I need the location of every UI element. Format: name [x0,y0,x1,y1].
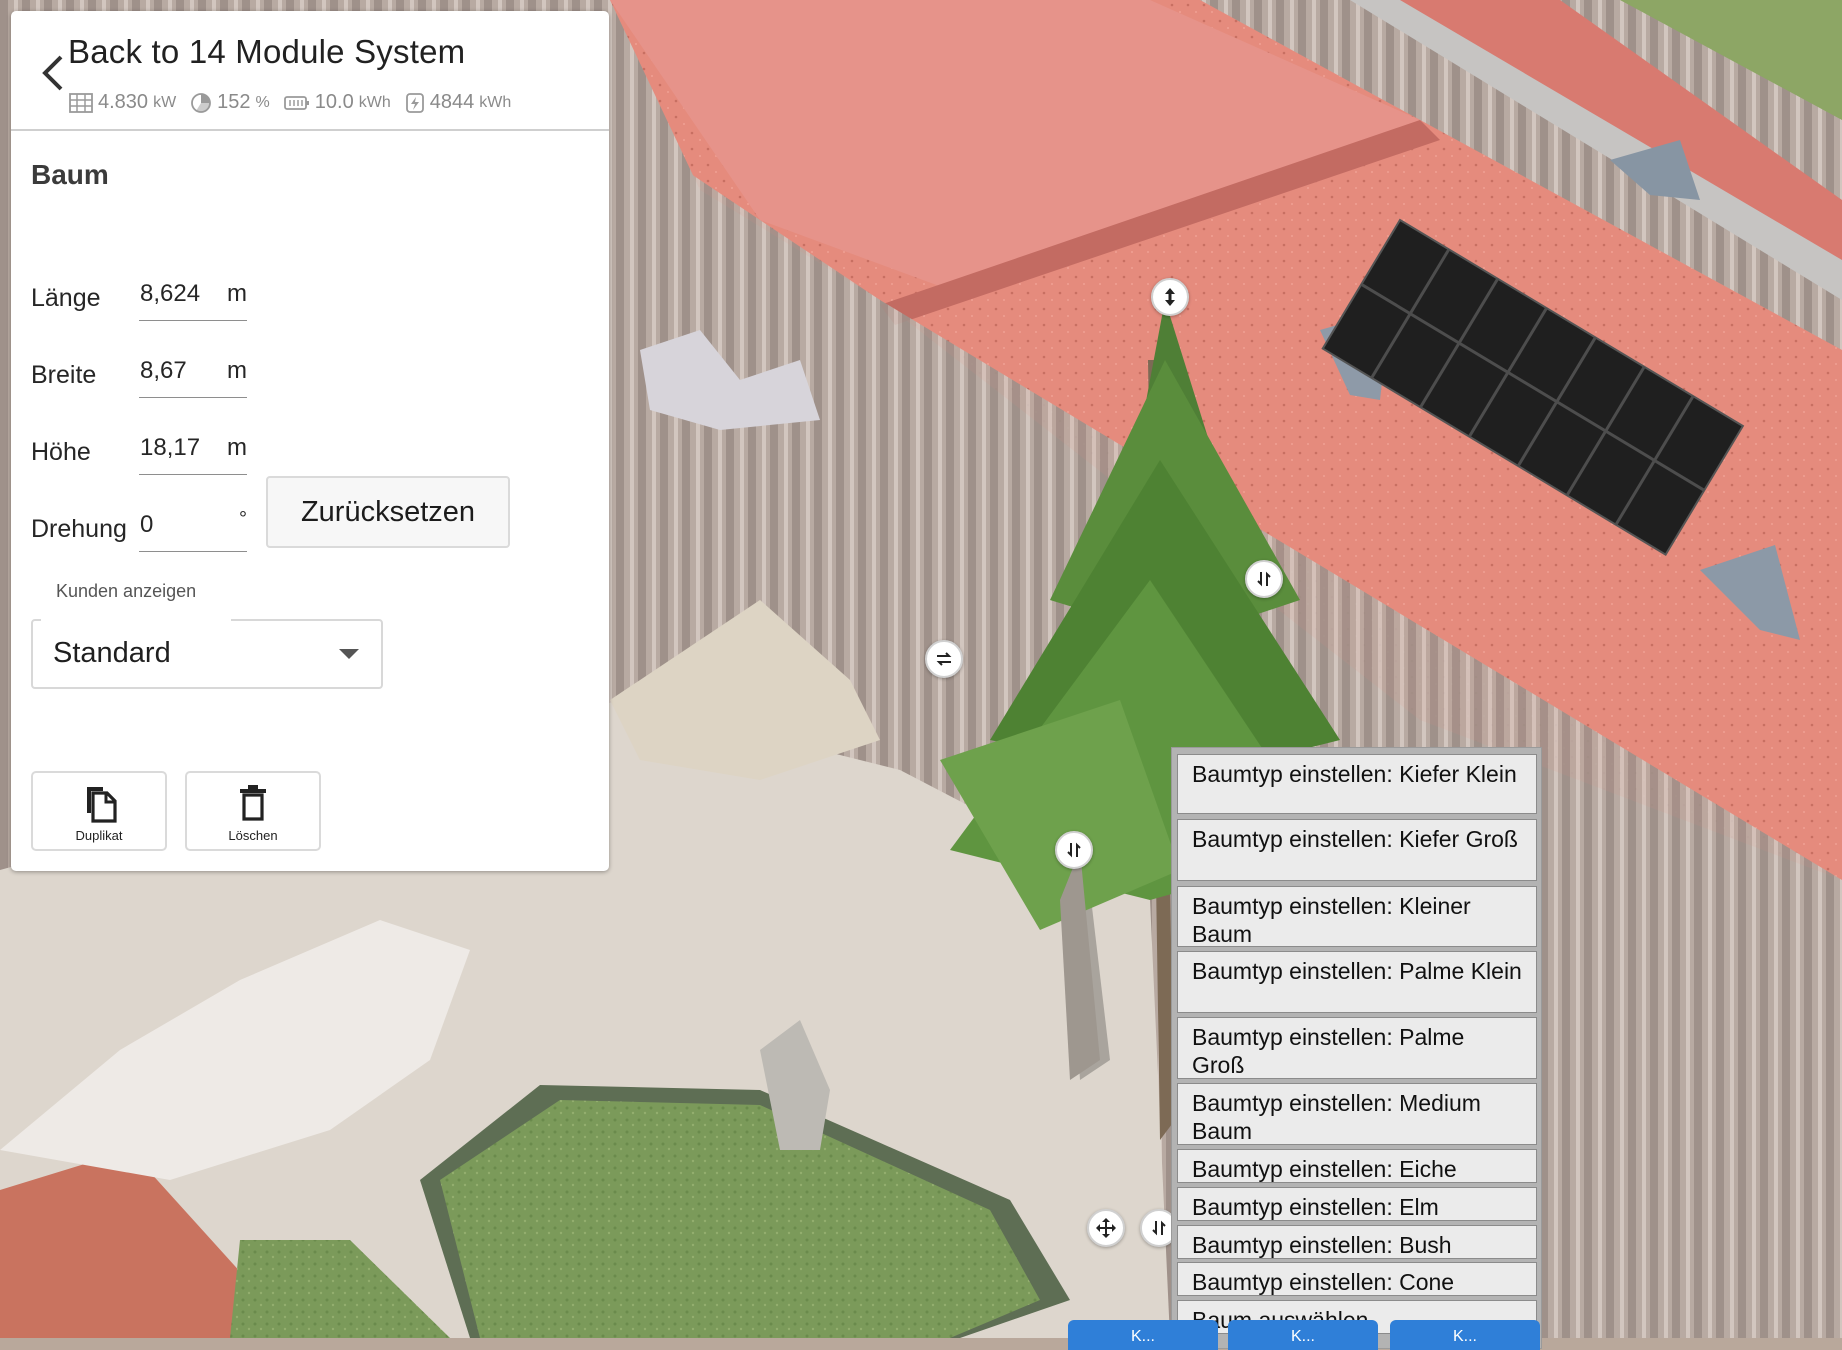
height-unit: m [227,434,247,461]
stat-battery: 10.0 kWh [283,91,391,114]
trash-icon [240,785,266,821]
rotation-value: 0 [140,511,154,538]
panel-header: Back to 14 Module System 4.830 kW 152 % … [11,11,609,131]
bottom-action-button-3[interactable]: K... [1390,1320,1540,1350]
stat-production: 4844 kWh [405,91,512,114]
menu-item-elm[interactable]: Baumtyp einstellen: Elm [1177,1187,1537,1221]
bottom-action-button-2[interactable]: K... [1228,1320,1378,1350]
length-label: Länge [31,284,101,312]
customer-select-label: Kunden anzeigen [56,581,197,601]
delete-button[interactable]: Löschen [185,771,321,851]
select-label-gap [41,617,231,623]
vertical-arrows-icon [1152,1220,1166,1236]
width-unit: m [227,357,247,384]
stat-production-unit: kWh [479,93,512,111]
height-label: Höhe [31,438,91,466]
rotate-handle-bottom[interactable] [1055,831,1093,869]
height-input[interactable]: 18,17 m [139,428,247,475]
vertical-arrows-icon [1165,288,1175,306]
rotate-arrows-icon [1067,842,1081,858]
stat-battery-unit: kWh [358,93,391,111]
rotation-unit: ° [239,508,247,530]
menu-item-kiefer-klein[interactable]: Baumtyp einstellen: Kiefer Klein [1177,754,1537,814]
height-value: 18,17 [140,434,201,461]
energy-production-icon [405,92,424,113]
system-stats: 4.830 kW 152 % 10.0 kWh 4844 kWh [69,91,519,114]
bottom-action-button-1[interactable]: K... [1068,1320,1218,1350]
stat-self-consumption-value: 152 [217,91,251,113]
length-row: Länge 8,624 m [31,261,431,321]
length-unit: m [227,280,247,307]
menu-item-medium-baum[interactable]: Baumtyp einstellen: Medium Baum [1177,1083,1537,1145]
tree-type-context-menu: Baumtyp einstellen: Kiefer Klein Baumtyp… [1171,747,1542,1349]
menu-item-palme-klein[interactable]: Baumtyp einstellen: Palme Klein [1177,951,1537,1013]
customer-select[interactable]: Standard [31,617,383,689]
rotation-input[interactable]: 0 ° [139,505,247,552]
stat-self-consumption-unit: % [255,93,270,111]
back-to-system-link[interactable]: Back to 14 Module System [68,33,465,71]
width-value: 8,67 [140,357,187,384]
duplicate-icon [87,787,117,823]
object-title: Baum [31,159,109,190]
width-label: Breite [31,361,97,389]
duplicate-button[interactable]: Duplikat [31,771,167,851]
rotate-handle-right[interactable] [1245,560,1283,598]
stat-production-value: 4844 [429,91,475,113]
length-value: 8,624 [140,280,201,307]
customer-select-value: Standard [53,637,171,669]
self-consumption-icon [191,92,212,113]
menu-item-bush[interactable]: Baumtyp einstellen: Bush [1177,1225,1537,1259]
duplicate-label: Duplikat [75,828,123,843]
reset-button[interactable]: Zurücksetzen [266,476,510,548]
menu-item-cone[interactable]: Baumtyp einstellen: Cone [1177,1262,1537,1296]
stat-power: 4.830 kW [69,91,176,114]
dropdown-caret-icon [339,649,359,659]
delete-label: Löschen [228,828,278,843]
menu-item-palme-gross[interactable]: Baumtyp einstellen: Palme Groß [1177,1017,1537,1079]
stat-power-value: 4.830 [98,91,149,113]
length-input[interactable]: 8,624 m [139,274,247,321]
height-handle[interactable] [1151,278,1189,316]
rotate-arrows-icon [1257,571,1271,587]
solar-panel-icon [69,92,93,113]
rotation-label: Drehung [31,515,127,543]
stat-power-unit: kW [153,93,177,111]
move-icon [1096,1218,1116,1238]
stat-self-consumption: 152 % [190,91,270,114]
move-handle[interactable] [1087,1209,1125,1247]
rotate-handle-left[interactable] [925,640,963,678]
menu-item-kiefer-gross[interactable]: Baumtyp einstellen: Kiefer Groß [1177,819,1537,881]
width-input[interactable]: 8,67 m [139,351,247,398]
menu-item-eiche[interactable]: Baumtyp einstellen: Eiche [1177,1149,1537,1183]
height-row: Höhe 18,17 m [31,415,431,475]
width-row: Breite 8,67 m [31,338,431,398]
rotate-arrows-icon [936,652,952,666]
object-properties-panel: Back to 14 Module System 4.830 kW 152 % … [11,11,609,871]
menu-item-kleiner-baum[interactable]: Baumtyp einstellen: Kleiner Baum [1177,886,1537,947]
battery-icon [283,95,309,110]
stat-battery-value: 10.0 [314,91,354,113]
chevron-left-icon [42,55,63,91]
